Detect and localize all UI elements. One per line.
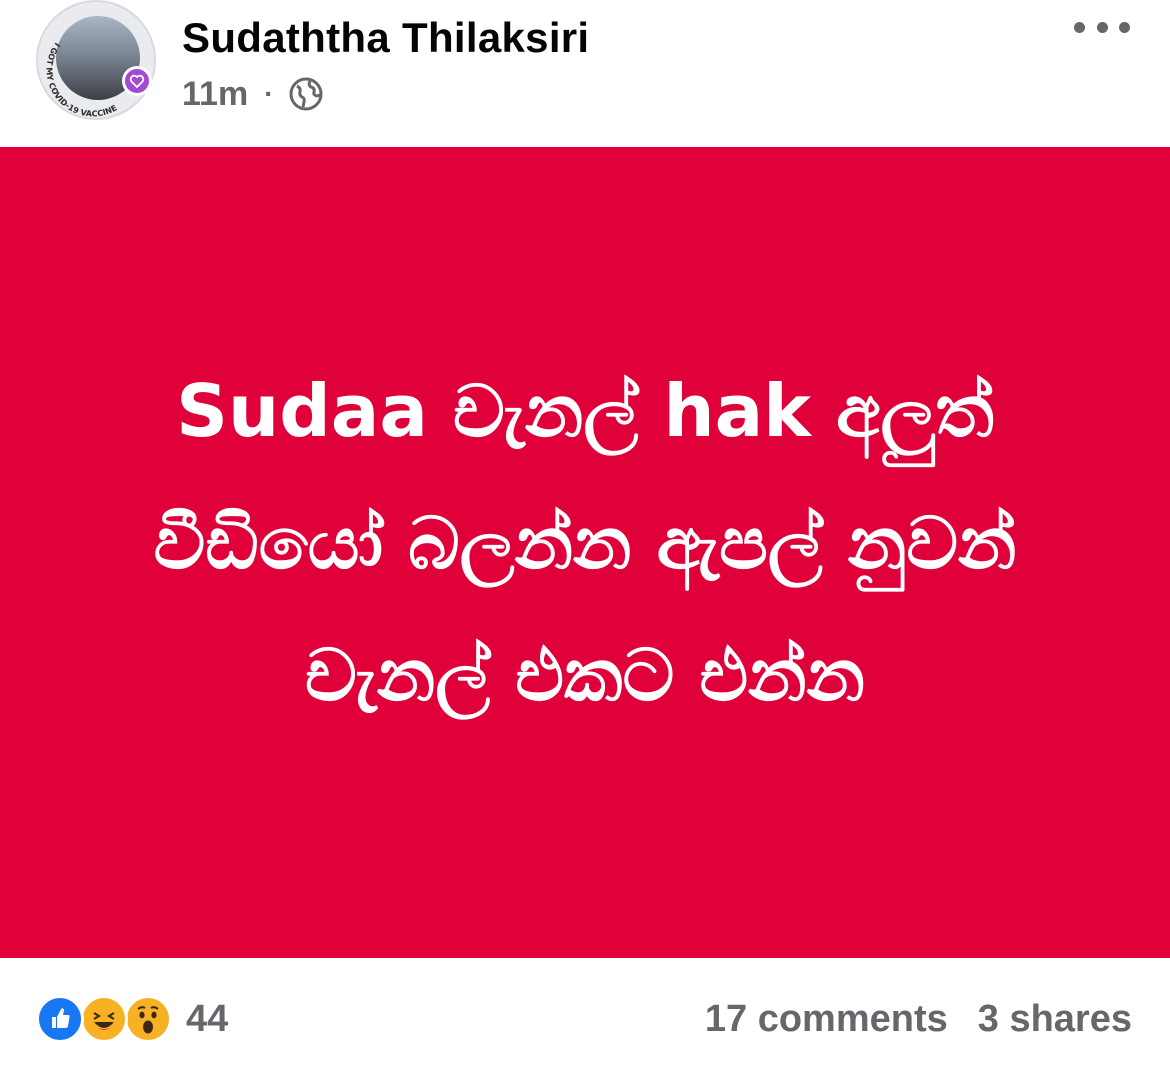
more-options-button[interactable]	[1074, 12, 1130, 42]
svg-text:I GOT MY COVID-19 VACCINE: I GOT MY COVID-19 VACCINE	[45, 41, 119, 118]
like-icon	[36, 995, 84, 1043]
post-text-line: Sudaa චැනල් hak අලුත්	[176, 368, 994, 453]
frame-heart-icon	[122, 66, 152, 96]
post-meta: 11m ·	[182, 72, 324, 116]
reactions-summary[interactable]: 44	[36, 994, 228, 1044]
shares-link[interactable]: 3 shares	[978, 998, 1132, 1041]
post-footer: 44 17 comments 3 shares	[0, 958, 1170, 1068]
post-text: Sudaa චැනල් hak අලුත් වීඩියෝ බලන්න ඇපල් …	[85, 345, 1085, 741]
avatar-frame-text: I GOT MY COVID-19 VACCINE	[45, 41, 119, 118]
haha-icon	[80, 995, 128, 1043]
author-avatar[interactable]: I GOT MY COVID-19 VACCINE	[36, 0, 156, 120]
post-content[interactable]: Sudaa චැනල් hak අලුත් වීඩියෝ බලන්න ඇපල් …	[0, 147, 1170, 958]
comments-link[interactable]: 17 comments	[705, 998, 948, 1041]
wow-icon	[124, 995, 172, 1043]
post-header: I GOT MY COVID-19 VACCINE Sudaththa Thil…	[0, 0, 1170, 147]
post-text-line: චැනල් එකට එන්න	[304, 632, 866, 717]
globe-icon[interactable]	[288, 76, 324, 112]
vaccine-frame-icon: I GOT MY COVID-19 VACCINE	[45, 41, 119, 118]
post-timestamp[interactable]: 11m	[182, 75, 248, 114]
post-text-line: වීඩියෝ බලන්න ඇපල් නුවන්	[153, 500, 1017, 585]
author-name[interactable]: Sudaththa Thilaksiri	[182, 14, 589, 62]
engagement-stats: 17 comments 3 shares	[705, 994, 1132, 1044]
meta-separator: ·	[264, 78, 274, 109]
reaction-count: 44	[186, 997, 229, 1040]
more-horizontal-icon	[1074, 21, 1085, 33]
